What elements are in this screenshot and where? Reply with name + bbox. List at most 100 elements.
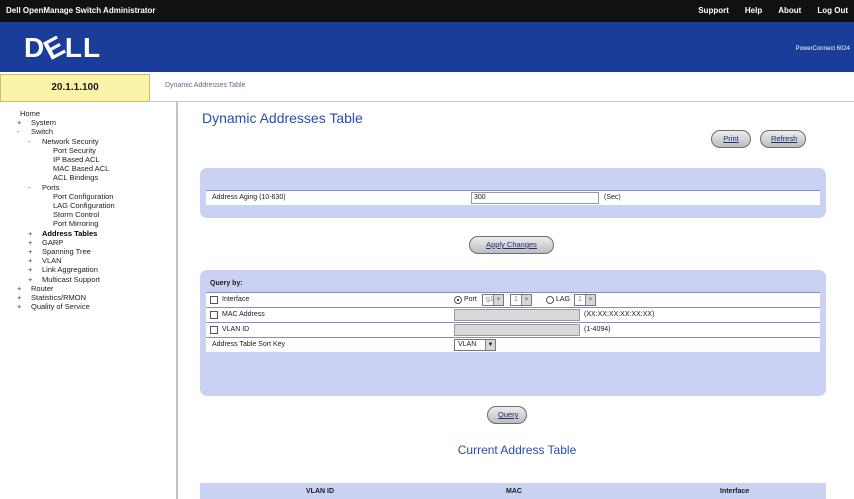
sort-key-select[interactable]: VLAN ▼ xyxy=(454,339,496,351)
tree-item[interactable]: + Spanning Tree xyxy=(6,247,115,256)
port-radio[interactable] xyxy=(454,296,462,304)
tree-item-label: Link Aggregation xyxy=(42,265,98,275)
tree-item-label: Address Tables xyxy=(42,228,98,238)
mac-hint: (XX:XX:XX:XX:XX:XX) xyxy=(584,311,655,318)
lag-value: 1 xyxy=(578,296,582,303)
expand-icon[interactable]: + xyxy=(28,275,42,284)
expand-icon[interactable]: + xyxy=(28,247,42,256)
tree-item[interactable]: + VLAN xyxy=(6,256,115,265)
print-button[interactable]: Print xyxy=(711,130,751,148)
apply-changes-button[interactable]: Apply Changes xyxy=(469,236,554,254)
vlan-hint: (1-4094) xyxy=(584,326,611,333)
interface-label: Interface xyxy=(222,296,250,303)
tree-item[interactable]: - Network Security xyxy=(6,137,115,146)
logout-link[interactable]: Log Out xyxy=(817,6,848,15)
tree-item[interactable]: ACL Bindings xyxy=(6,173,115,182)
expand-icon[interactable]: + xyxy=(17,284,31,293)
lag-radio[interactable] xyxy=(546,296,554,304)
vlan-checkbox[interactable] xyxy=(210,326,218,334)
page-title: Dynamic Addresses Table xyxy=(202,110,363,126)
tree-item[interactable]: - Switch xyxy=(6,127,115,136)
tree-item[interactable]: Port Security xyxy=(6,146,115,155)
tree-list: Home + System - Switch - Network Security Port … xyxy=(6,109,115,311)
query-by-label: Query by: xyxy=(210,280,243,287)
tree-item[interactable]: + Statistics/RMON xyxy=(6,293,115,302)
about-link[interactable]: About xyxy=(778,6,801,15)
tree-item[interactable]: + Link Aggregation xyxy=(6,265,115,274)
lag-label: LAG xyxy=(556,296,571,303)
expand-icon[interactable]: + xyxy=(17,118,31,127)
tree-item-label: LAG Configuration xyxy=(53,201,115,211)
aging-label: Address Aging (10-630) xyxy=(212,194,286,201)
top-bar: Dell OpenManage Switch Administrator Sup… xyxy=(0,0,854,22)
mac-checkbox[interactable] xyxy=(210,311,218,319)
collapse-icon[interactable]: - xyxy=(28,137,42,146)
tree-item-label: Statistics/RMON xyxy=(31,293,87,303)
tree-item[interactable]: + System xyxy=(6,118,115,127)
product-name: PowerConnect 6024 xyxy=(795,46,850,52)
tree-item[interactable]: + Quality of Service xyxy=(6,302,115,311)
port-label: Port xyxy=(464,296,477,303)
tree-item-label: Quality of Service xyxy=(31,302,90,312)
refresh-button[interactable]: Refresh xyxy=(760,130,806,148)
port-unit-select[interactable]: g1 ▼ xyxy=(482,294,504,306)
tree-item-label: VLAN xyxy=(42,256,62,266)
navigation-tree: Home + System - Switch - Network Security Port … xyxy=(0,102,178,499)
tree-item[interactable]: Home xyxy=(6,109,115,118)
tree-item[interactable]: LAG Configuration xyxy=(6,201,115,210)
table-title: Current Address Table xyxy=(457,443,577,457)
app-title: Dell OpenManage Switch Administrator xyxy=(6,6,156,15)
tree-item-label: Ports xyxy=(42,182,60,192)
sort-key-row: Address Table Sort Key VLAN ▼ xyxy=(206,337,820,352)
tree-item-label: Spanning Tree xyxy=(42,247,91,257)
column-header-mac: MAC xyxy=(506,488,522,495)
collapse-icon[interactable]: - xyxy=(17,127,31,136)
expand-icon[interactable]: + xyxy=(28,265,42,274)
location-row: 20.1.1.100 Dynamic Addresses Table xyxy=(0,72,854,102)
chevron-down-icon: ▼ xyxy=(493,295,503,305)
expand-icon[interactable]: + xyxy=(17,293,31,302)
tree-item-label: Storm Control xyxy=(53,210,100,220)
port-number-value: 1 xyxy=(514,296,518,303)
tree-item[interactable]: Port Configuration xyxy=(6,192,115,201)
expand-icon[interactable]: + xyxy=(28,238,42,247)
query-button[interactable]: Query xyxy=(487,406,527,424)
tree-item[interactable]: Storm Control xyxy=(6,210,115,219)
expand-icon[interactable]: + xyxy=(28,256,42,265)
device-ip: 20.1.1.100 xyxy=(0,74,150,102)
tree-item[interactable]: + Address Tables xyxy=(6,229,115,238)
tree-item-label: Multicast Support xyxy=(42,274,100,284)
main-content: Dynamic Addresses Table Print Refresh Ad… xyxy=(180,102,854,499)
chevron-down-icon: ▼ xyxy=(585,295,595,305)
tree-item-label: Home xyxy=(20,109,41,118)
mac-row: MAC Address (XX:XX:XX:XX:XX:XX) xyxy=(206,307,820,322)
top-links: Support Help About Log Out xyxy=(698,6,848,15)
tree-item-label: GARP xyxy=(42,237,64,247)
tree-item[interactable]: + GARP xyxy=(6,238,115,247)
tree-item[interactable]: IP Based ACL xyxy=(6,155,115,164)
tree-item[interactable]: + Router xyxy=(6,284,115,293)
tree-item[interactable]: + Multicast Support xyxy=(6,275,115,284)
lag-select[interactable]: 1 ▼ xyxy=(574,294,596,306)
tree-item-label: Port Configuration xyxy=(53,191,114,201)
tree-item[interactable]: - Ports xyxy=(6,183,115,192)
expand-icon[interactable]: + xyxy=(28,229,42,238)
vlan-input[interactable] xyxy=(454,324,580,336)
aging-row: Address Aging (10-630) 300 (Sec) xyxy=(206,190,820,205)
tree-item-label: ACL Bindings xyxy=(53,173,99,183)
tree-item[interactable]: MAC Based ACL xyxy=(6,164,115,173)
collapse-icon[interactable]: - xyxy=(28,183,42,192)
interface-checkbox[interactable] xyxy=(210,296,218,304)
expand-icon[interactable]: + xyxy=(17,302,31,311)
mac-input[interactable] xyxy=(454,309,580,321)
aging-input[interactable]: 300 xyxy=(471,192,599,204)
tree-item-label: Router xyxy=(31,283,54,293)
support-link[interactable]: Support xyxy=(698,6,729,15)
help-link[interactable]: Help xyxy=(745,6,762,15)
tree-item-label: Switch xyxy=(31,127,54,137)
column-header-interface: Interface xyxy=(720,488,750,495)
header-banner: DELL PowerConnect 6024 xyxy=(0,22,854,72)
vlan-label: VLAN ID xyxy=(222,326,250,333)
port-number-select[interactable]: 1 ▼ xyxy=(510,294,532,306)
tree-item[interactable]: Port Mirroring xyxy=(6,219,115,228)
